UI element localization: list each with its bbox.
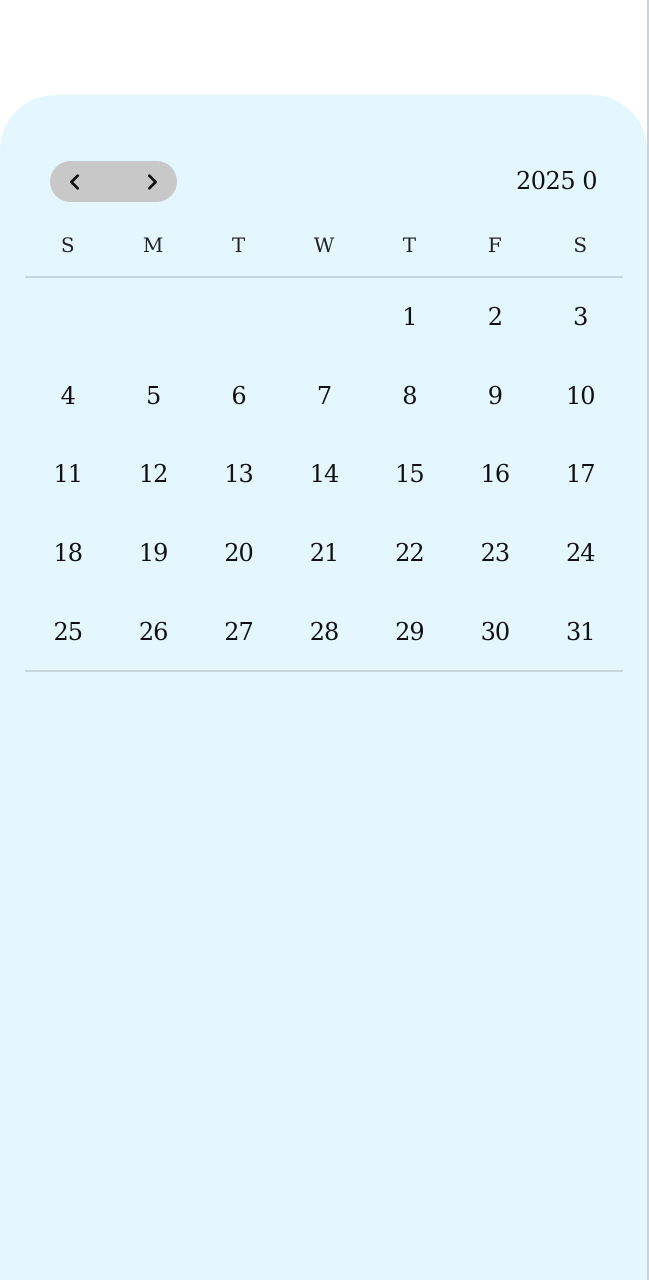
empty-day-cell bbox=[281, 278, 366, 357]
bottom-divider bbox=[25, 670, 623, 672]
day-cell[interactable]: 27 bbox=[196, 592, 281, 671]
weekday-header-row: S M T W T F S bbox=[25, 225, 623, 265]
screen: 2025 0 S M T W T F S 1 2 3 4 5 6 7 8 9 10 11 12 13 14… bbox=[0, 0, 649, 1280]
day-cell[interactable]: 7 bbox=[281, 357, 366, 436]
empty-day-cell bbox=[25, 278, 110, 357]
day-cell[interactable]: 15 bbox=[367, 435, 452, 514]
day-cell[interactable]: 4 bbox=[25, 357, 110, 436]
day-cell[interactable]: 17 bbox=[538, 435, 623, 514]
day-cell[interactable]: 19 bbox=[110, 514, 195, 593]
day-cell[interactable]: 29 bbox=[367, 592, 452, 671]
month-navigation bbox=[50, 161, 177, 202]
day-cell[interactable]: 21 bbox=[281, 514, 366, 593]
empty-day-cell bbox=[110, 278, 195, 357]
weekday-label: W bbox=[313, 233, 335, 257]
day-cell[interactable]: 9 bbox=[452, 357, 537, 436]
empty-day-cell bbox=[196, 278, 281, 357]
month-title: 2025 0 bbox=[516, 167, 597, 195]
day-cell[interactable]: 11 bbox=[25, 435, 110, 514]
previous-month-button[interactable] bbox=[50, 161, 100, 202]
weekday-label: T bbox=[402, 233, 417, 257]
weekday-label: T bbox=[231, 233, 246, 257]
day-cell[interactable]: 25 bbox=[25, 592, 110, 671]
day-cell[interactable]: 31 bbox=[538, 592, 623, 671]
day-cell[interactable]: 23 bbox=[452, 514, 537, 593]
day-cell[interactable]: 16 bbox=[452, 435, 537, 514]
day-cell[interactable]: 12 bbox=[110, 435, 195, 514]
weekday-label: M bbox=[142, 233, 164, 257]
day-cell[interactable]: 30 bbox=[452, 592, 537, 671]
day-cell[interactable]: 6 bbox=[196, 357, 281, 436]
day-cell[interactable]: 26 bbox=[110, 592, 195, 671]
calendar-card: 2025 0 S M T W T F S 1 2 3 4 5 6 7 8 9 10 11 12 13 14… bbox=[0, 95, 647, 1280]
weekday-label: S bbox=[573, 233, 588, 257]
days-grid: 1 2 3 4 5 6 7 8 9 10 11 12 13 14 15 16 17 18 19 20 21 22 23 24 2… bbox=[25, 278, 623, 671]
day-cell[interactable]: 10 bbox=[538, 357, 623, 436]
day-cell[interactable]: 14 bbox=[281, 435, 366, 514]
next-month-button[interactable] bbox=[127, 161, 177, 202]
weekday-label: S bbox=[60, 233, 75, 257]
day-cell[interactable]: 5 bbox=[110, 357, 195, 436]
day-cell[interactable]: 1 bbox=[367, 278, 452, 357]
chevron-left-icon bbox=[70, 173, 80, 190]
day-cell[interactable]: 24 bbox=[538, 514, 623, 593]
day-cell[interactable]: 13 bbox=[196, 435, 281, 514]
day-cell[interactable]: 2 bbox=[452, 278, 537, 357]
weekday-label: F bbox=[487, 233, 502, 257]
day-cell[interactable]: 18 bbox=[25, 514, 110, 593]
day-cell[interactable]: 22 bbox=[367, 514, 452, 593]
day-cell[interactable]: 3 bbox=[538, 278, 623, 357]
chevron-right-icon bbox=[147, 173, 157, 190]
day-cell[interactable]: 20 bbox=[196, 514, 281, 593]
day-cell[interactable]: 28 bbox=[281, 592, 366, 671]
day-cell[interactable]: 8 bbox=[367, 357, 452, 436]
